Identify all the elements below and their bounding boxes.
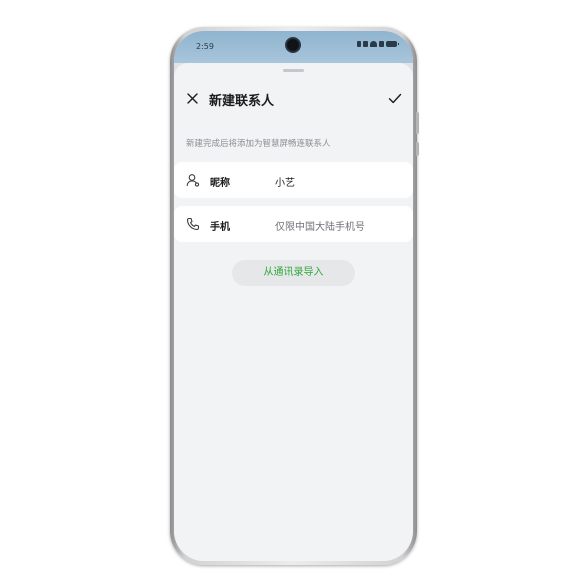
front-camera (287, 39, 299, 51)
power-button (416, 142, 419, 156)
check-icon[interactable] (388, 92, 402, 105)
close-icon[interactable] (186, 92, 199, 105)
phone-icon (186, 217, 200, 231)
nickname-field[interactable]: 小艺 (275, 174, 295, 189)
phone-label: 手机 (210, 222, 230, 233)
mute-icon (363, 41, 368, 47)
bluetooth-icon (357, 41, 361, 47)
status-bar: 2:59 (174, 31, 413, 63)
sheet-drag-handle[interactable] (283, 69, 304, 72)
phone-row[interactable]: 手机 仅限中国大陆手机号 (174, 206, 413, 242)
phone-input[interactable]: 仅限中国大陆手机号 (275, 218, 365, 233)
volume-button (416, 112, 419, 134)
status-time: 2:59 (196, 42, 214, 51)
phone-screen: 2:59 新建联系人 新建完成后将添加为智慧屏畅连联系人 昵称 小艺 手机 仅限… (174, 31, 413, 561)
nickname-label: 昵称 (210, 178, 230, 189)
battery-icon (386, 41, 399, 47)
import-from-contacts-button[interactable]: 从通讯录导入 (232, 260, 355, 286)
signal-icon (379, 41, 384, 47)
status-icons (357, 41, 399, 47)
person-icon (186, 174, 200, 187)
hint-text: 新建完成后将添加为智慧屏畅连联系人 (186, 139, 331, 149)
nickname-row[interactable]: 昵称 小艺 (174, 162, 413, 198)
phone-frame: 2:59 新建联系人 新建完成后将添加为智慧屏畅连联系人 昵称 小艺 手机 仅限… (170, 27, 417, 565)
new-contact-sheet: 新建联系人 新建完成后将添加为智慧屏畅连联系人 昵称 小艺 手机 仅限中国大陆手… (174, 63, 413, 561)
page-title: 新建联系人 (209, 94, 275, 109)
wifi-icon (370, 41, 377, 47)
